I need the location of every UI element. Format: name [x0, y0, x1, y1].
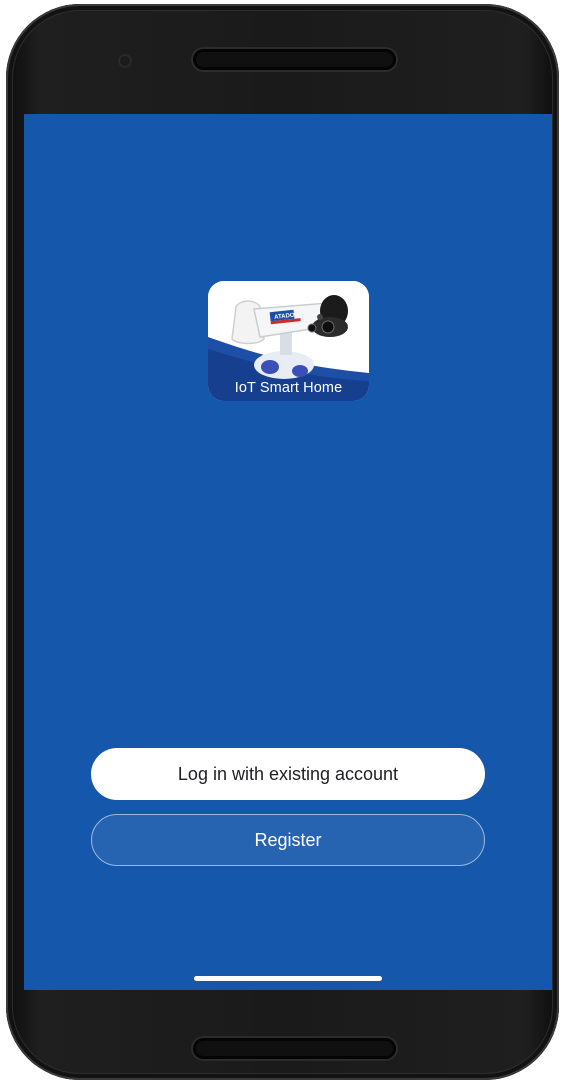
app-screen: ATADO IoT Smart Home Log in with existin…	[24, 114, 552, 990]
front-camera	[118, 54, 132, 68]
login-button[interactable]: Log in with existing account	[91, 748, 485, 800]
top-speaker	[193, 49, 396, 70]
home-indicator[interactable]	[194, 976, 382, 981]
app-logo-caption: IoT Smart Home	[234, 380, 343, 396]
register-button[interactable]: Register	[91, 814, 485, 866]
bottom-speaker	[193, 1038, 396, 1059]
app-logo: ATADO IoT Smart Home	[208, 281, 369, 401]
